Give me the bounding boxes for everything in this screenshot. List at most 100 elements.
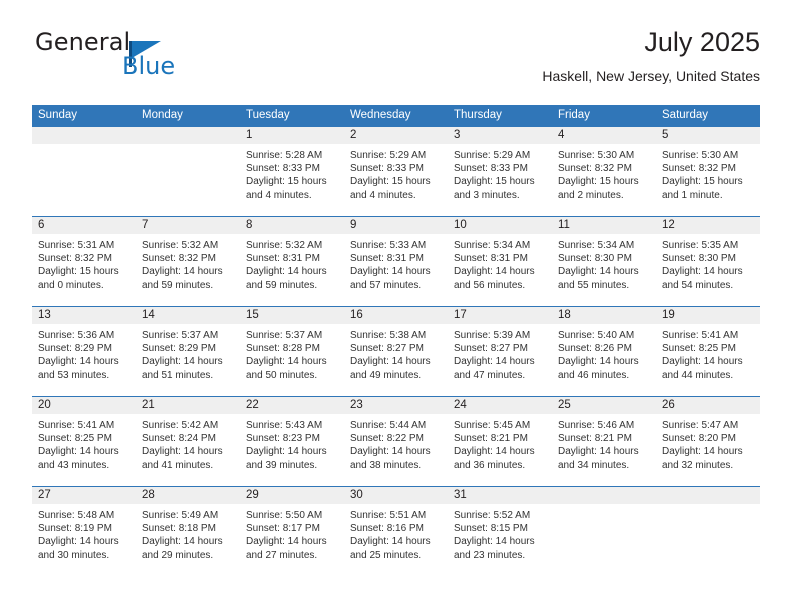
weekday-header-wednesday: Wednesday	[350, 109, 411, 121]
calendar-day-cell[interactable]: 7 Sunrise: 5:32 AM Sunset: 8:32 PM Daylight…	[136, 217, 240, 306]
calendar-week-inner: 1 Sunrise: 5:28 AM Sunset: 8:33 PM Daylight…	[32, 127, 760, 216]
calendar-day-cell[interactable]: 23 Sunrise: 5:44 AM Sunset: 8:22 PM Dayligh…	[344, 397, 448, 486]
day-number	[656, 487, 760, 489]
daylight-text: Daylight: 14 hours and 43 minutes.	[38, 446, 119, 471]
sunrise-text: Sunrise: 5:29 AM	[350, 150, 427, 161]
sunset-text: Sunset: 8:23 PM	[246, 433, 320, 445]
sunset-text: Sunset: 8:33 PM	[246, 163, 320, 175]
calendar-day-cell[interactable]: 1 Sunrise: 5:28 AM Sunset: 8:33 PM Daylight…	[240, 127, 344, 216]
day-detail: Sunrise: 5:31 AM Sunset: 8:32 PM Daylight:…	[32, 234, 136, 292]
sunset-text: Sunset: 8:31 PM	[350, 253, 424, 265]
calendar-week-row: 13 Sunrise: 5:36 AM Sunset: 8:29 PM Dayligh…	[32, 306, 760, 396]
sunset-text: Sunset: 8:32 PM	[662, 163, 736, 175]
day-number: 2	[350, 129, 357, 141]
sunset-text: Sunset: 8:30 PM	[662, 253, 736, 265]
calendar-day-cell[interactable]: 4 Sunrise: 5:30 AM Sunset: 8:32 PM Daylight…	[552, 127, 656, 216]
day-number	[32, 127, 136, 129]
calendar-day-cell[interactable]: 19 Sunrise: 5:41 AM Sunset: 8:25 PM Dayligh…	[656, 307, 760, 396]
day-number-band: 31	[448, 487, 552, 504]
daylight-text: Daylight: 14 hours and 25 minutes.	[350, 536, 431, 561]
day-number-band	[32, 127, 136, 144]
calendar-day-cell[interactable]: 9 Sunrise: 5:33 AM Sunset: 8:31 PM Daylight…	[344, 217, 448, 306]
sunset-text: Sunset: 8:15 PM	[454, 523, 528, 535]
day-number-band: 10	[448, 217, 552, 234]
calendar-day-cell[interactable]: 8 Sunrise: 5:32 AM Sunset: 8:31 PM Daylight…	[240, 217, 344, 306]
day-detail: Sunrise: 5:51 AM Sunset: 8:16 PM Daylight:…	[344, 504, 448, 562]
page-header: General Blue July 2025 Haskell, New Jers…	[32, 27, 760, 96]
day-detail: Sunrise: 5:34 AM Sunset: 8:30 PM Daylight:…	[552, 234, 656, 292]
calendar-day-cell[interactable]: 26 Sunrise: 5:47 AM Sunset: 8:20 PM Dayligh…	[656, 397, 760, 486]
sunrise-text: Sunrise: 5:28 AM	[246, 150, 323, 161]
sunset-text: Sunset: 8:22 PM	[350, 433, 424, 445]
day-number: 14	[142, 309, 155, 321]
calendar-day-cell[interactable]: 22 Sunrise: 5:43 AM Sunset: 8:23 PM Dayligh…	[240, 397, 344, 486]
day-number: 10	[454, 219, 467, 231]
calendar-day-cell[interactable]: 28 Sunrise: 5:49 AM Sunset: 8:18 PM Dayligh…	[136, 487, 240, 576]
day-number: 16	[350, 309, 363, 321]
day-number-band: 29	[240, 487, 344, 504]
calendar-week-inner: 20 Sunrise: 5:41 AM Sunset: 8:25 PM Dayligh…	[32, 397, 760, 486]
day-detail: Sunrise: 5:43 AM Sunset: 8:23 PM Daylight:…	[240, 414, 344, 472]
calendar-day-cell[interactable]: 30 Sunrise: 5:51 AM Sunset: 8:16 PM Dayligh…	[344, 487, 448, 576]
day-detail: Sunrise: 5:41 AM Sunset: 8:25 PM Daylight:…	[656, 324, 760, 382]
day-detail: Sunrise: 5:39 AM Sunset: 8:27 PM Daylight:…	[448, 324, 552, 382]
calendar-day-cell[interactable]: 18 Sunrise: 5:40 AM Sunset: 8:26 PM Dayligh…	[552, 307, 656, 396]
calendar-week-inner: 27 Sunrise: 5:48 AM Sunset: 8:19 PM Dayligh…	[32, 487, 760, 576]
day-detail: Sunrise: 5:30 AM Sunset: 8:32 PM Daylight:…	[552, 144, 656, 202]
day-detail: Sunrise: 5:52 AM Sunset: 8:15 PM Daylight:…	[448, 504, 552, 562]
day-number: 6	[38, 219, 45, 231]
calendar-day-cell[interactable]: 17 Sunrise: 5:39 AM Sunset: 8:27 PM Dayligh…	[448, 307, 552, 396]
day-detail: Sunrise: 5:32 AM Sunset: 8:32 PM Daylight:…	[136, 234, 240, 292]
day-number-band: 20	[32, 397, 136, 414]
calendar-day-cell[interactable]: 10 Sunrise: 5:34 AM Sunset: 8:31 PM Dayligh…	[448, 217, 552, 306]
calendar-day-cell[interactable]: 24 Sunrise: 5:45 AM Sunset: 8:21 PM Dayligh…	[448, 397, 552, 486]
calendar-day-cell[interactable]: 27 Sunrise: 5:48 AM Sunset: 8:19 PM Dayligh…	[32, 487, 136, 576]
calendar-day-cell[interactable]: 14 Sunrise: 5:37 AM Sunset: 8:29 PM Dayligh…	[136, 307, 240, 396]
calendar-day-cell[interactable]: 21 Sunrise: 5:42 AM Sunset: 8:24 PM Dayligh…	[136, 397, 240, 486]
day-detail: Sunrise: 5:44 AM Sunset: 8:22 PM Daylight:…	[344, 414, 448, 472]
day-number-band: 2	[344, 127, 448, 144]
calendar-day-cell[interactable]: 25 Sunrise: 5:46 AM Sunset: 8:21 PM Dayligh…	[552, 397, 656, 486]
calendar-page: General Blue July 2025 Haskell, New Jers…	[0, 0, 792, 612]
sunrise-text: Sunrise: 5:42 AM	[142, 420, 219, 431]
calendar-day-cell[interactable]: 13 Sunrise: 5:36 AM Sunset: 8:29 PM Dayligh…	[32, 307, 136, 396]
calendar-day-cell[interactable]: 11 Sunrise: 5:34 AM Sunset: 8:30 PM Dayligh…	[552, 217, 656, 306]
daylight-text: Daylight: 14 hours and 57 minutes.	[350, 266, 431, 291]
day-number: 26	[662, 399, 675, 411]
daylight-text: Daylight: 14 hours and 47 minutes.	[454, 356, 535, 381]
calendar-day-cell[interactable]: 15 Sunrise: 5:37 AM Sunset: 8:28 PM Dayligh…	[240, 307, 344, 396]
daylight-text: Daylight: 14 hours and 51 minutes.	[142, 356, 223, 381]
day-number-band	[552, 487, 656, 504]
day-number: 21	[142, 399, 155, 411]
calendar-day-cell[interactable]: 5 Sunrise: 5:30 AM Sunset: 8:32 PM Daylight…	[656, 127, 760, 216]
sunset-text: Sunset: 8:24 PM	[142, 433, 216, 445]
day-detail: Sunrise: 5:29 AM Sunset: 8:33 PM Daylight:…	[448, 144, 552, 202]
day-detail: Sunrise: 5:33 AM Sunset: 8:31 PM Daylight:…	[344, 234, 448, 292]
calendar-day-cell[interactable]: 6 Sunrise: 5:31 AM Sunset: 8:32 PM Daylight…	[32, 217, 136, 306]
day-detail: Sunrise: 5:45 AM Sunset: 8:21 PM Daylight:…	[448, 414, 552, 472]
day-number: 3	[454, 129, 461, 141]
sunset-text: Sunset: 8:21 PM	[558, 433, 632, 445]
calendar-day-cell[interactable]: 29 Sunrise: 5:50 AM Sunset: 8:17 PM Dayligh…	[240, 487, 344, 576]
sunset-text: Sunset: 8:25 PM	[38, 433, 112, 445]
day-number-band: 9	[344, 217, 448, 234]
calendar-day-cell[interactable]: 16 Sunrise: 5:38 AM Sunset: 8:27 PM Dayligh…	[344, 307, 448, 396]
calendar-day-cell[interactable]: 20 Sunrise: 5:41 AM Sunset: 8:25 PM Dayligh…	[32, 397, 136, 486]
calendar-day-cell[interactable]: 3 Sunrise: 5:29 AM Sunset: 8:33 PM Daylight…	[448, 127, 552, 216]
day-number: 31	[454, 489, 467, 501]
day-number-band: 4	[552, 127, 656, 144]
calendar-day-cell[interactable]: 2 Sunrise: 5:29 AM Sunset: 8:33 PM Daylight…	[344, 127, 448, 216]
calendar-day-cell[interactable]: 12 Sunrise: 5:35 AM Sunset: 8:30 PM Dayligh…	[656, 217, 760, 306]
day-detail: Sunrise: 5:38 AM Sunset: 8:27 PM Daylight:…	[344, 324, 448, 382]
calendar-day-cell[interactable]: 31 Sunrise: 5:52 AM Sunset: 8:15 PM Dayligh…	[448, 487, 552, 576]
sunrise-text: Sunrise: 5:30 AM	[662, 150, 739, 161]
calendar-week-row: 1 Sunrise: 5:28 AM Sunset: 8:33 PM Daylight…	[32, 127, 760, 216]
sunset-text: Sunset: 8:16 PM	[350, 523, 424, 535]
daylight-text: Daylight: 14 hours and 49 minutes.	[350, 356, 431, 381]
day-number-band: 19	[656, 307, 760, 324]
calendar-grid: Sunday Monday Tuesday Wednesday Thursday…	[32, 105, 760, 576]
day-detail: Sunrise: 5:32 AM Sunset: 8:31 PM Daylight:…	[240, 234, 344, 292]
daylight-text: Daylight: 14 hours and 44 minutes.	[662, 356, 743, 381]
day-detail: Sunrise: 5:37 AM Sunset: 8:29 PM Daylight:…	[136, 324, 240, 382]
daylight-text: Daylight: 15 hours and 1 minute.	[662, 176, 743, 201]
